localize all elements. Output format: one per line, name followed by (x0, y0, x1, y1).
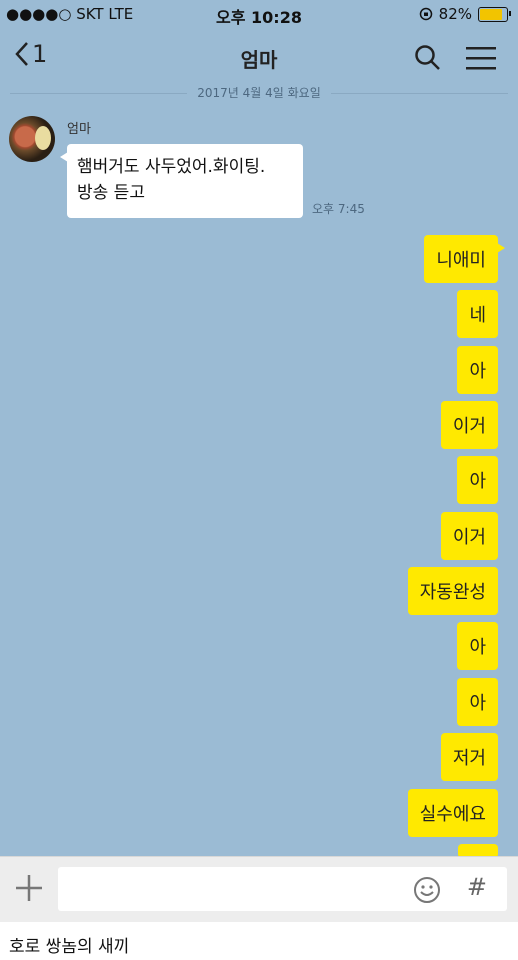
message-line: 방송 듣고 (77, 183, 145, 203)
chat-header: 1 엄마 (0, 30, 518, 84)
incoming-message[interactable]: 햄버거도 사두었어.화이팅. 방송 듣고 (60, 144, 303, 218)
message-input[interactable]: # (58, 867, 507, 911)
battery-status: 82% (419, 5, 511, 23)
avatar[interactable] (9, 116, 55, 162)
rotation-lock-icon (419, 7, 432, 21)
outgoing-message[interactable]: 아 (457, 456, 498, 504)
menu-icon[interactable] (466, 46, 496, 70)
outgoing-message[interactable]: 네 (457, 290, 498, 338)
outgoing-message[interactable]: 아 (457, 678, 498, 726)
outgoing-message[interactable]: 이거 (440, 401, 498, 449)
outgoing-message[interactable]: 이거 (440, 512, 498, 560)
date-divider: 2017년 4월 4일 화요일 (0, 84, 518, 102)
message-line: 햄버거도 사두었어.화이팅. (77, 157, 266, 177)
input-bar: # (0, 856, 518, 923)
hashtag-icon[interactable]: # (467, 873, 487, 901)
outgoing-message[interactable]: 실수에요 (407, 789, 498, 837)
outgoing-message[interactable]: 자동완성 (407, 567, 498, 615)
outgoing-message[interactable]: 아 (457, 346, 498, 394)
date-label: 2017년 4월 4일 화요일 (187, 86, 331, 100)
message-time: 오후 7:45 (312, 202, 365, 216)
caption-text: 호로 쌍놈의 새끼 (9, 937, 130, 957)
outgoing-message[interactable]: 니애미 (424, 235, 505, 283)
outgoing-message[interactable]: 아 (457, 622, 498, 670)
caption-bar: 호로 쌍놈의 새끼 (0, 922, 518, 960)
search-icon[interactable] (414, 44, 442, 72)
battery-icon (478, 6, 511, 22)
battery-percent: 82% (438, 5, 472, 23)
sender-name: 엄마 (67, 122, 91, 137)
emoticon-icon[interactable] (413, 876, 441, 904)
outgoing-message[interactable]: 저거 (440, 733, 498, 781)
status-bar: ●●●●○ SKT LTE 오후 10:28 82% (0, 0, 518, 30)
plus-icon[interactable] (14, 873, 44, 903)
